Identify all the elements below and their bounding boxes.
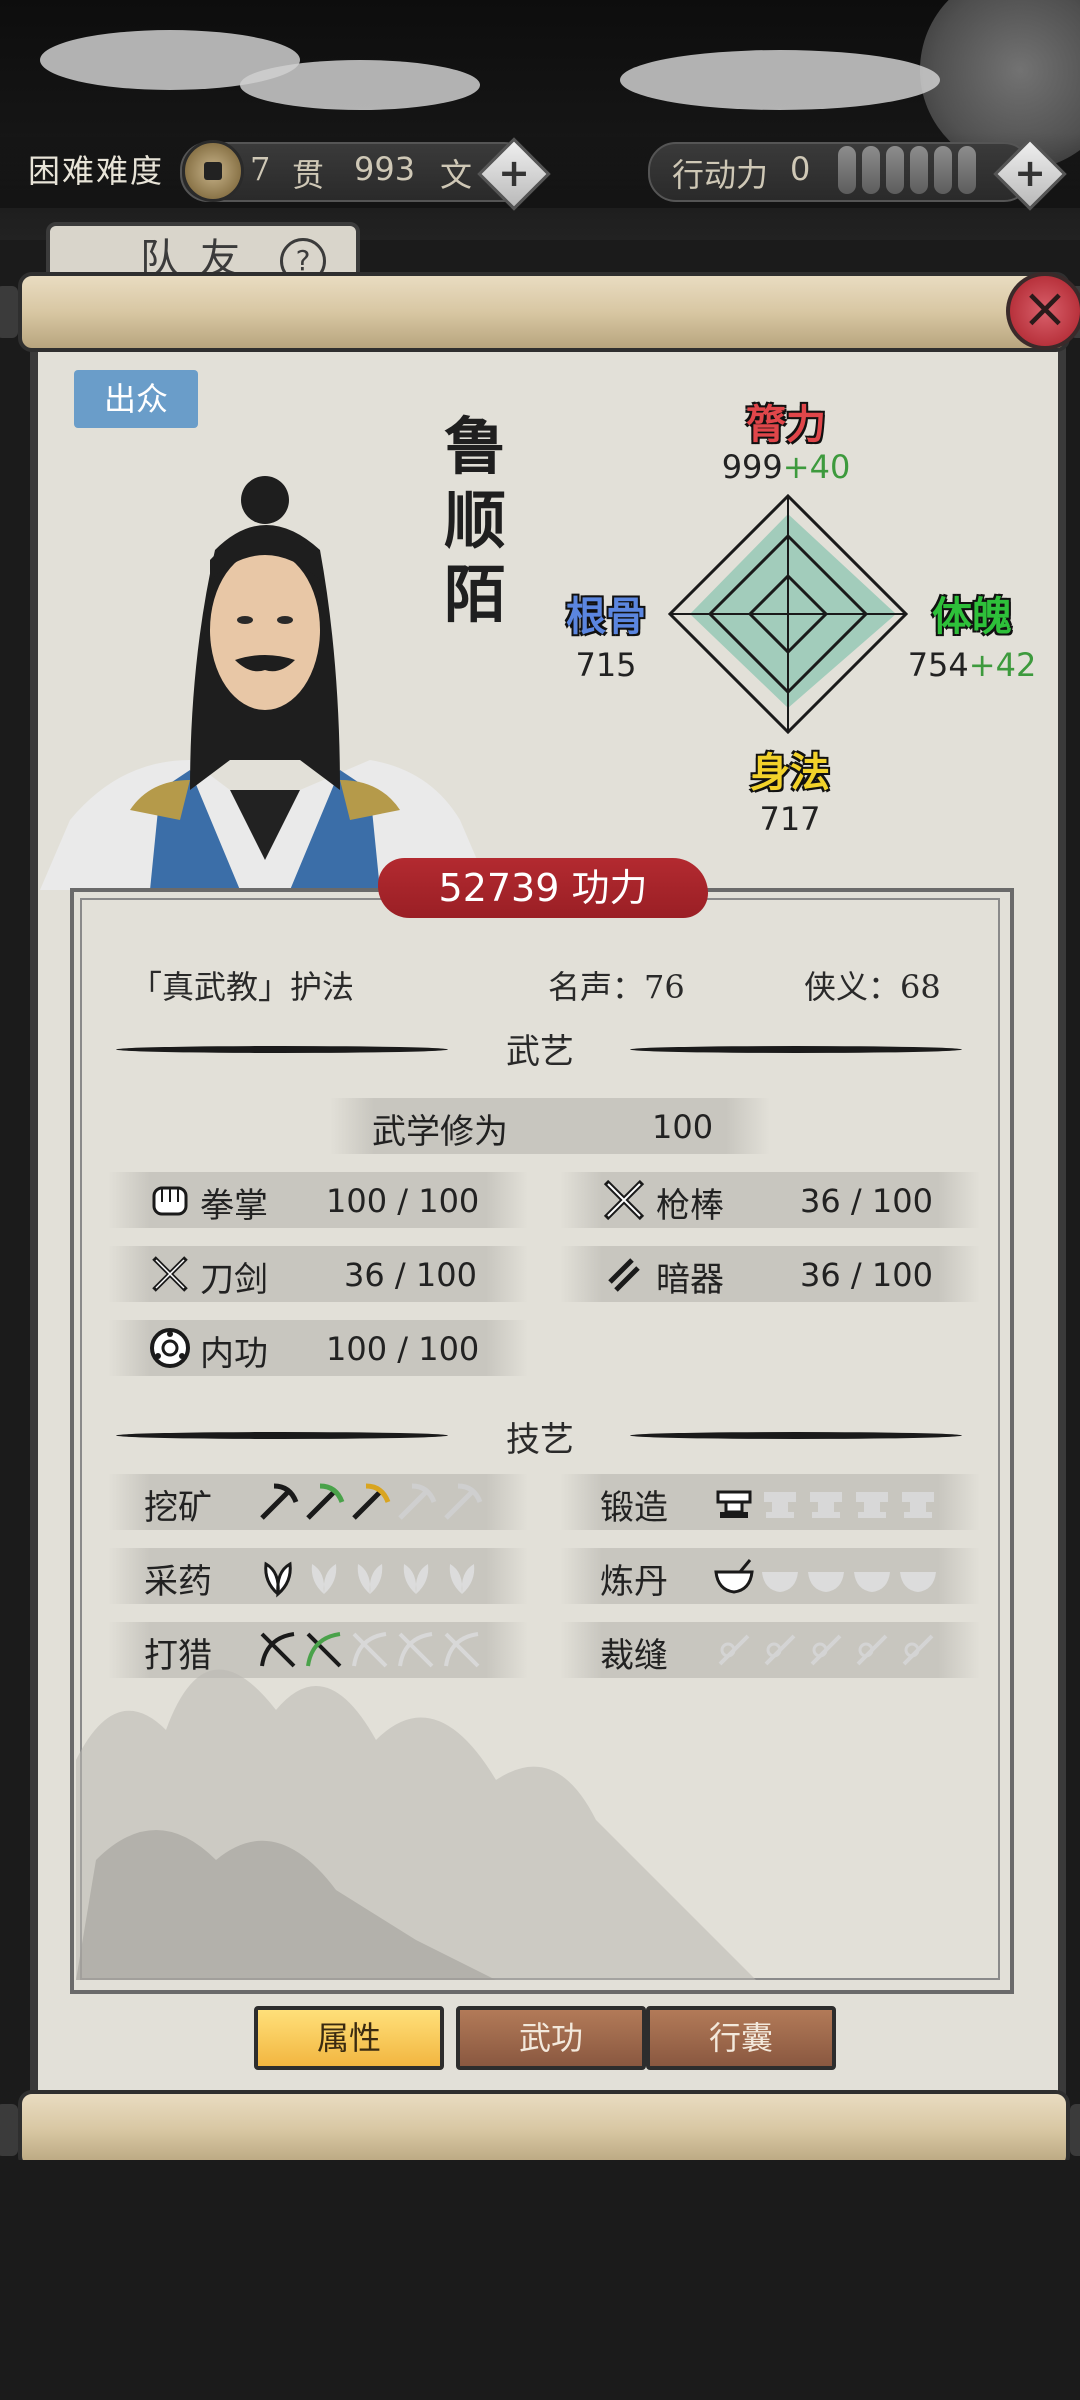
tab-attributes-button[interactable]: 属性 — [254, 2006, 444, 2070]
quality-badge: 出众 — [74, 370, 198, 428]
anvil-icon — [716, 1490, 752, 1518]
bowl-icon — [808, 1572, 844, 1592]
anvil-icon — [810, 1492, 842, 1518]
pickaxe-icon — [444, 1483, 483, 1520]
skill-name: 枪棒 — [656, 1186, 724, 1226]
chivalry-value: 侠义：68 — [804, 968, 941, 1006]
close-icon: × — [1021, 276, 1069, 341]
crafts-section-title: 技艺 — [506, 1420, 574, 1460]
sect-title: 「真武教」护法 — [130, 968, 355, 1006]
divider — [116, 1046, 448, 1053]
plus-icon: + — [498, 151, 530, 195]
bowl-icon — [854, 1572, 890, 1592]
divider — [630, 1046, 962, 1053]
stat-bone-label: 根骨 — [566, 593, 646, 640]
coin-unit-small: 文 — [440, 156, 473, 194]
cloud-decoration — [240, 60, 480, 110]
skill-value: 100 / 100 — [326, 1330, 480, 1368]
pickaxe-icon — [306, 1483, 345, 1520]
stat-constitution-value: 754+42 — [872, 646, 1072, 684]
action-power-pips — [838, 146, 976, 194]
plus-icon: + — [1014, 151, 1046, 195]
needle-icon — [902, 1634, 934, 1666]
pickaxe-icon — [260, 1483, 299, 1520]
stat-constitution-bonus: +42 — [968, 646, 1037, 684]
action-pip — [886, 146, 904, 194]
stat-agility-label: 身法 — [750, 749, 830, 796]
skill-value: 36 / 100 — [800, 1182, 933, 1220]
coin-unit-big: 贯 — [292, 156, 325, 194]
skill-value: 100 / 100 — [326, 1182, 480, 1220]
needle-icon — [856, 1634, 888, 1666]
stat-strength-value: 999+40 — [686, 448, 886, 486]
darts-icon — [608, 1258, 640, 1292]
pickaxe-icon — [352, 1483, 391, 1520]
skill-name: 拳掌 — [200, 1186, 268, 1226]
forging-level-icons — [712, 1480, 940, 1524]
action-power-value: 0 — [790, 150, 811, 188]
anvil-icon — [902, 1492, 934, 1518]
cultivation-label: 武学修为 — [372, 1112, 508, 1152]
stat-bone-value: 715 — [575, 646, 637, 684]
attribute-radar-chart — [668, 494, 908, 734]
skill-value: 36 / 100 — [344, 1256, 477, 1294]
scroll-top-rod — [0, 272, 1080, 352]
swords-icon — [152, 1256, 188, 1292]
coin-amount: 7 — [250, 150, 271, 188]
cloud-decoration — [620, 50, 940, 110]
inner-power-icon — [150, 1328, 190, 1368]
difficulty-label: 困难难度 — [28, 152, 165, 190]
action-pip — [862, 146, 880, 194]
skill-name: 暗器 — [656, 1260, 724, 1300]
fame-value: 名声：76 — [548, 968, 685, 1006]
anvil-icon — [764, 1492, 796, 1518]
tab-martial-arts-button[interactable]: 武功 — [456, 2006, 646, 2070]
fist-icon — [152, 1186, 188, 1216]
needle-icon — [810, 1634, 842, 1666]
needle-icon — [764, 1634, 796, 1666]
action-pip — [934, 146, 952, 194]
stat-strength-bonus: +40 — [782, 448, 851, 486]
pickaxe-icon — [398, 1483, 437, 1520]
action-pip — [958, 146, 976, 194]
skill-value: 36 / 100 — [800, 1256, 933, 1294]
bowl-icon — [900, 1572, 936, 1592]
skill-name: 刀剑 — [200, 1260, 268, 1300]
divider — [630, 1432, 962, 1439]
anvil-icon — [856, 1492, 888, 1518]
skill-name: 内功 — [200, 1334, 268, 1374]
scroll-bottom-rod — [0, 2090, 1080, 2170]
martial-section-title: 武艺 — [506, 1032, 574, 1072]
cultivation-value: 100 — [652, 1108, 714, 1146]
spear-icon — [603, 1179, 645, 1221]
character-name: 鲁顺陌 — [443, 410, 506, 631]
bottom-background — [0, 2160, 1080, 2400]
stat-agility-value: 717 — [759, 800, 821, 838]
stat-strength-base: 999 — [721, 448, 783, 486]
bowl-icon — [762, 1572, 798, 1592]
close-button[interactable]: × — [1006, 272, 1080, 350]
power-banner: 52739 功力 — [378, 858, 708, 918]
mountain-painting-decoration — [76, 1669, 756, 1980]
coin-amount-small: 993 — [354, 150, 416, 188]
craft-name: 挖矿 — [144, 1488, 212, 1528]
action-power-label: 行动力 — [672, 156, 769, 194]
action-pip — [838, 146, 856, 194]
divider — [116, 1432, 448, 1439]
copper-coin-icon — [182, 140, 244, 202]
stat-strength-label: 膂力 — [746, 401, 826, 448]
action-pip — [910, 146, 928, 194]
mining-level-icons — [256, 1480, 484, 1524]
stat-constitution-label: 体魄 — [932, 593, 1012, 640]
craft-name: 锻造 — [600, 1488, 668, 1528]
character-portrait — [40, 476, 490, 890]
tab-bag-button[interactable]: 行囊 — [646, 2006, 836, 2070]
stat-constitution-base: 754 — [907, 646, 969, 684]
